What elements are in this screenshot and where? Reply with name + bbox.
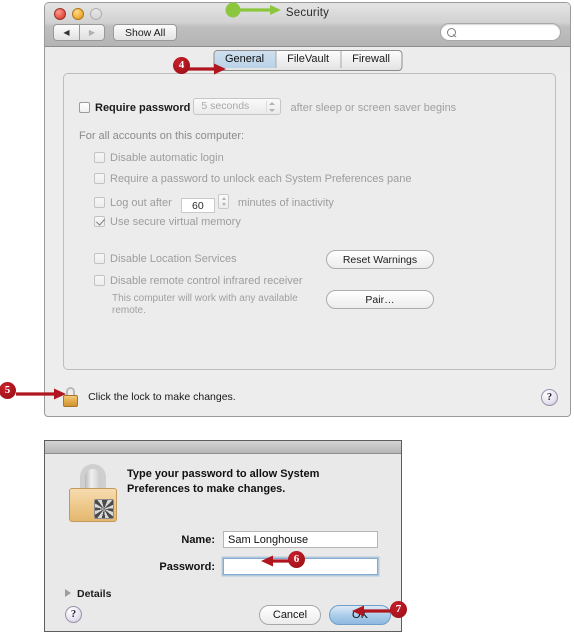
name-input[interactable]: Sam Longhouse <box>223 531 378 548</box>
pair-button[interactable]: Pair… <box>326 290 434 309</box>
require-password-suffix: after sleep or screen saver begins <box>290 102 457 114</box>
tab-bar: General FileVault Firewall <box>45 47 570 73</box>
log-out-after-label: Log out after <box>110 197 172 209</box>
secure-virtual-memory-row: Use secure virtual memory <box>94 216 241 228</box>
chevron-right-icon <box>65 589 71 597</box>
dialog-lock-icon <box>69 464 117 522</box>
details-label: Details <box>77 588 112 600</box>
show-all-button[interactable]: Show All <box>113 24 178 41</box>
cancel-button[interactable]: Cancel <box>259 605 321 625</box>
lock-footer-row: Click the lock to make changes. <box>63 387 236 407</box>
help-button[interactable]: ? <box>541 389 558 406</box>
disable-location-services-row: Disable Location Services <box>94 253 237 265</box>
disable-infrared-label: Disable remote control infrared receiver <box>110 275 303 287</box>
disable-automatic-login-checkbox[interactable] <box>94 152 105 163</box>
disable-automatic-login-label: Disable automatic login <box>110 152 224 164</box>
dialog-heading: Type your password to allow System Prefe… <box>127 468 320 495</box>
lock-message: Click the lock to make changes. <box>88 391 236 403</box>
disable-automatic-login-row: Disable automatic login <box>94 152 224 164</box>
tab-group: General FileVault Firewall <box>212 50 403 71</box>
infrared-note: This computer will work with any availab… <box>112 293 298 316</box>
log-out-after-suffix: minutes of inactivity <box>237 197 334 209</box>
secure-virtual-memory-label: Use secure virtual memory <box>110 216 241 228</box>
log-out-minutes-input[interactable]: 60 <box>180 198 215 213</box>
dialog-help-button[interactable]: ? <box>65 606 82 623</box>
callout-badge-7: 7 <box>390 601 407 618</box>
chevron-updown-icon <box>266 101 276 113</box>
require-password-unlock-pane-label: Require a password to unlock each System… <box>110 173 412 185</box>
window-title: Security <box>285 7 330 19</box>
disable-infrared-checkbox[interactable] <box>94 275 105 286</box>
search-icon <box>447 28 456 37</box>
back-button[interactable]: ◀ <box>53 24 79 41</box>
tab-filevault[interactable]: FileVault <box>276 51 342 68</box>
require-password-unlock-pane-checkbox[interactable] <box>94 173 105 184</box>
disable-location-services-checkbox[interactable] <box>94 253 105 264</box>
callout-green-arrow <box>225 2 281 18</box>
log-out-after-row: Log out after 60 minutes of inactivity <box>94 194 334 213</box>
navigation-buttons: ◀ ▶ <box>53 24 105 41</box>
require-password-checkbox[interactable] <box>79 102 90 113</box>
window-titlebar: Security ◀ ▶ Show All <box>45 3 570 47</box>
require-password-unlock-pane-row: Require a password to unlock each System… <box>94 173 411 185</box>
dialog-titlebar <box>45 441 401 454</box>
callout-6-arrow <box>261 555 303 567</box>
require-password-row: Require password 5 seconds after sleep o… <box>79 98 456 115</box>
callout-badge-4: 4 <box>173 57 190 74</box>
require-password-delay-value: 5 seconds <box>201 100 250 112</box>
log-out-minutes-stepper[interactable] <box>217 194 229 209</box>
search-input[interactable] <box>440 23 561 41</box>
disable-location-services-label: Disable Location Services <box>110 253 237 265</box>
name-field-label: Name: <box>181 534 215 546</box>
tab-firewall[interactable]: Firewall <box>341 51 401 68</box>
details-disclosure[interactable]: Details <box>65 588 111 600</box>
all-accounts-header: For all accounts on this computer: <box>79 130 245 142</box>
password-field-label: Password: <box>159 561 215 573</box>
require-password-label: Require password <box>95 102 191 114</box>
general-settings-panel: Require password 5 seconds after sleep o… <box>63 73 556 370</box>
callout-badge-6: 6 <box>288 551 305 568</box>
forward-button[interactable]: ▶ <box>79 24 105 41</box>
disable-infrared-row: Disable remote control infrared receiver <box>94 275 303 287</box>
secure-virtual-memory-checkbox[interactable] <box>94 216 105 227</box>
log-out-after-checkbox[interactable] <box>94 197 105 208</box>
system-preferences-window: Security ◀ ▶ Show All General FileVault … <box>44 2 571 417</box>
reset-warnings-button[interactable]: Reset Warnings <box>326 250 434 269</box>
require-password-delay-select[interactable]: 5 seconds <box>193 98 282 115</box>
